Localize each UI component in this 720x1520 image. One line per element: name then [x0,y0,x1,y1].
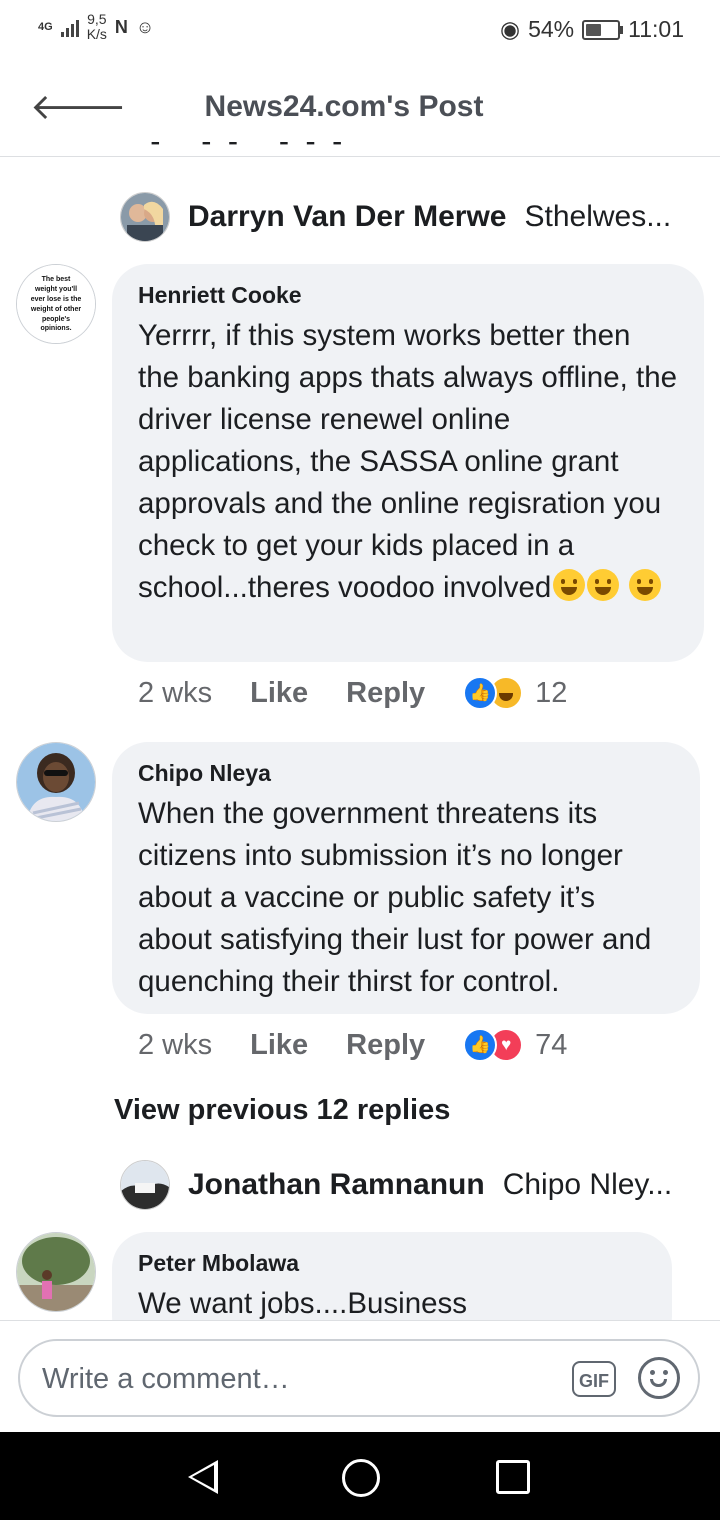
reactions[interactable]: 👍 ♥ [463,1028,524,1062]
comment-input[interactable] [40,1355,544,1403]
nav-home-icon[interactable] [342,1459,380,1497]
signal-icon [60,17,79,37]
avatar[interactable] [120,192,170,242]
emoji-icon[interactable] [638,1357,680,1399]
tongue-out-emoji-icon [629,569,662,601]
eye-comfort-icon: ◉ [500,16,521,42]
svg-text:The best: The best [42,276,71,283]
avatar[interactable] [16,742,96,822]
comment-author[interactable]: Peter Mbolawa [138,1250,646,1277]
svg-text:opinions.: opinions. [40,325,71,332]
chat-bubble-icon: ☺ [135,16,155,37]
battery-icon [582,19,624,40]
reply-preview: Sthelwes... [524,200,672,233]
laughing-emoji-icon [553,569,586,601]
battery-percent: 54% [528,16,575,42]
nested-reply[interactable]: Jonathan Ramnanun Chipo Nley... [120,1160,680,1210]
comment-body: Yerrrr, if this system works better then… [138,319,678,604]
like-button[interactable]: Like [250,677,308,710]
reply-author[interactable]: Darryn Van Der Merwe [188,200,506,234]
reactions[interactable]: 👍 [463,676,524,710]
reply-button[interactable]: Reply [346,677,425,710]
comment-actions: 2 wks Like Reply 👍 ♥ 74 [138,1028,567,1062]
page-title: News24.com's Post [204,90,484,123]
comment-bubble[interactable]: Henriett Cooke Yerrrr, if this system wo… [112,264,704,662]
comment-composer: GIF [0,1320,720,1433]
comment-text: We want jobs....Business [138,1287,468,1320]
avatar[interactable] [120,1160,170,1210]
network-type: 4G [38,21,53,33]
network-speed-value: 9,5 [87,11,107,27]
reply-button[interactable]: Reply [346,1029,425,1062]
svg-text:weight you'll: weight you'll [34,286,77,293]
view-previous-replies-link[interactable]: View previous 12 replies [114,1094,450,1127]
status-bar: 4G 9,5 K/s N ☺ ◉ 54% 11:01 [0,0,720,62]
like-reaction-icon: 👍 [463,1028,498,1062]
svg-text:weight of other: weight of other [30,306,81,313]
clock: 11:01 [628,16,684,42]
notification-n-icon: N [114,16,128,37]
comment-input-container[interactable]: GIF [18,1339,700,1417]
svg-text:people's: people's [42,316,70,323]
comment-text: Yerrrr, if this system works better then… [138,315,678,609]
comment-author[interactable]: Chipo Nleya [138,760,674,787]
cutoff-text: ▪ ▪▪ ▪▪▪ [150,142,470,158]
network-speed: 9,5 K/s [87,12,107,42]
like-button[interactable]: Like [250,1029,308,1062]
svg-text:ever lose is the: ever lose is the [31,296,82,303]
hand-over-mouth-emoji-icon [587,569,620,601]
reaction-count[interactable]: 74 [535,1029,567,1062]
avatar[interactable]: The best weight you'll ever lose is the … [16,264,96,344]
like-reaction-icon: 👍 [463,676,498,710]
comment-actions: 2 wks Like Reply 👍 12 [138,676,567,710]
reaction-count[interactable]: 12 [535,677,567,710]
nav-back-icon[interactable] [188,1460,218,1494]
nav-recents-icon[interactable] [496,1460,530,1494]
comment-text: When the government threatens its citize… [138,797,652,998]
reply-author[interactable]: Jonathan Ramnanun [188,1168,485,1202]
comment-time[interactable]: 2 wks [138,677,212,710]
avatar[interactable] [16,1232,96,1312]
nested-reply[interactable]: Darryn Van Der Merwe Sthelwes... [120,192,680,242]
comment-time[interactable]: 2 wks [138,1029,212,1062]
system-navigation-bar [0,1432,720,1520]
reply-preview: Chipo Nley... [502,1168,673,1201]
network-speed-unit: K/s [86,26,107,42]
comment-bubble[interactable]: Chipo Nleya When the government threaten… [112,742,700,1014]
gif-button[interactable]: GIF [572,1361,616,1397]
comment-author[interactable]: Henriett Cooke [138,282,678,309]
